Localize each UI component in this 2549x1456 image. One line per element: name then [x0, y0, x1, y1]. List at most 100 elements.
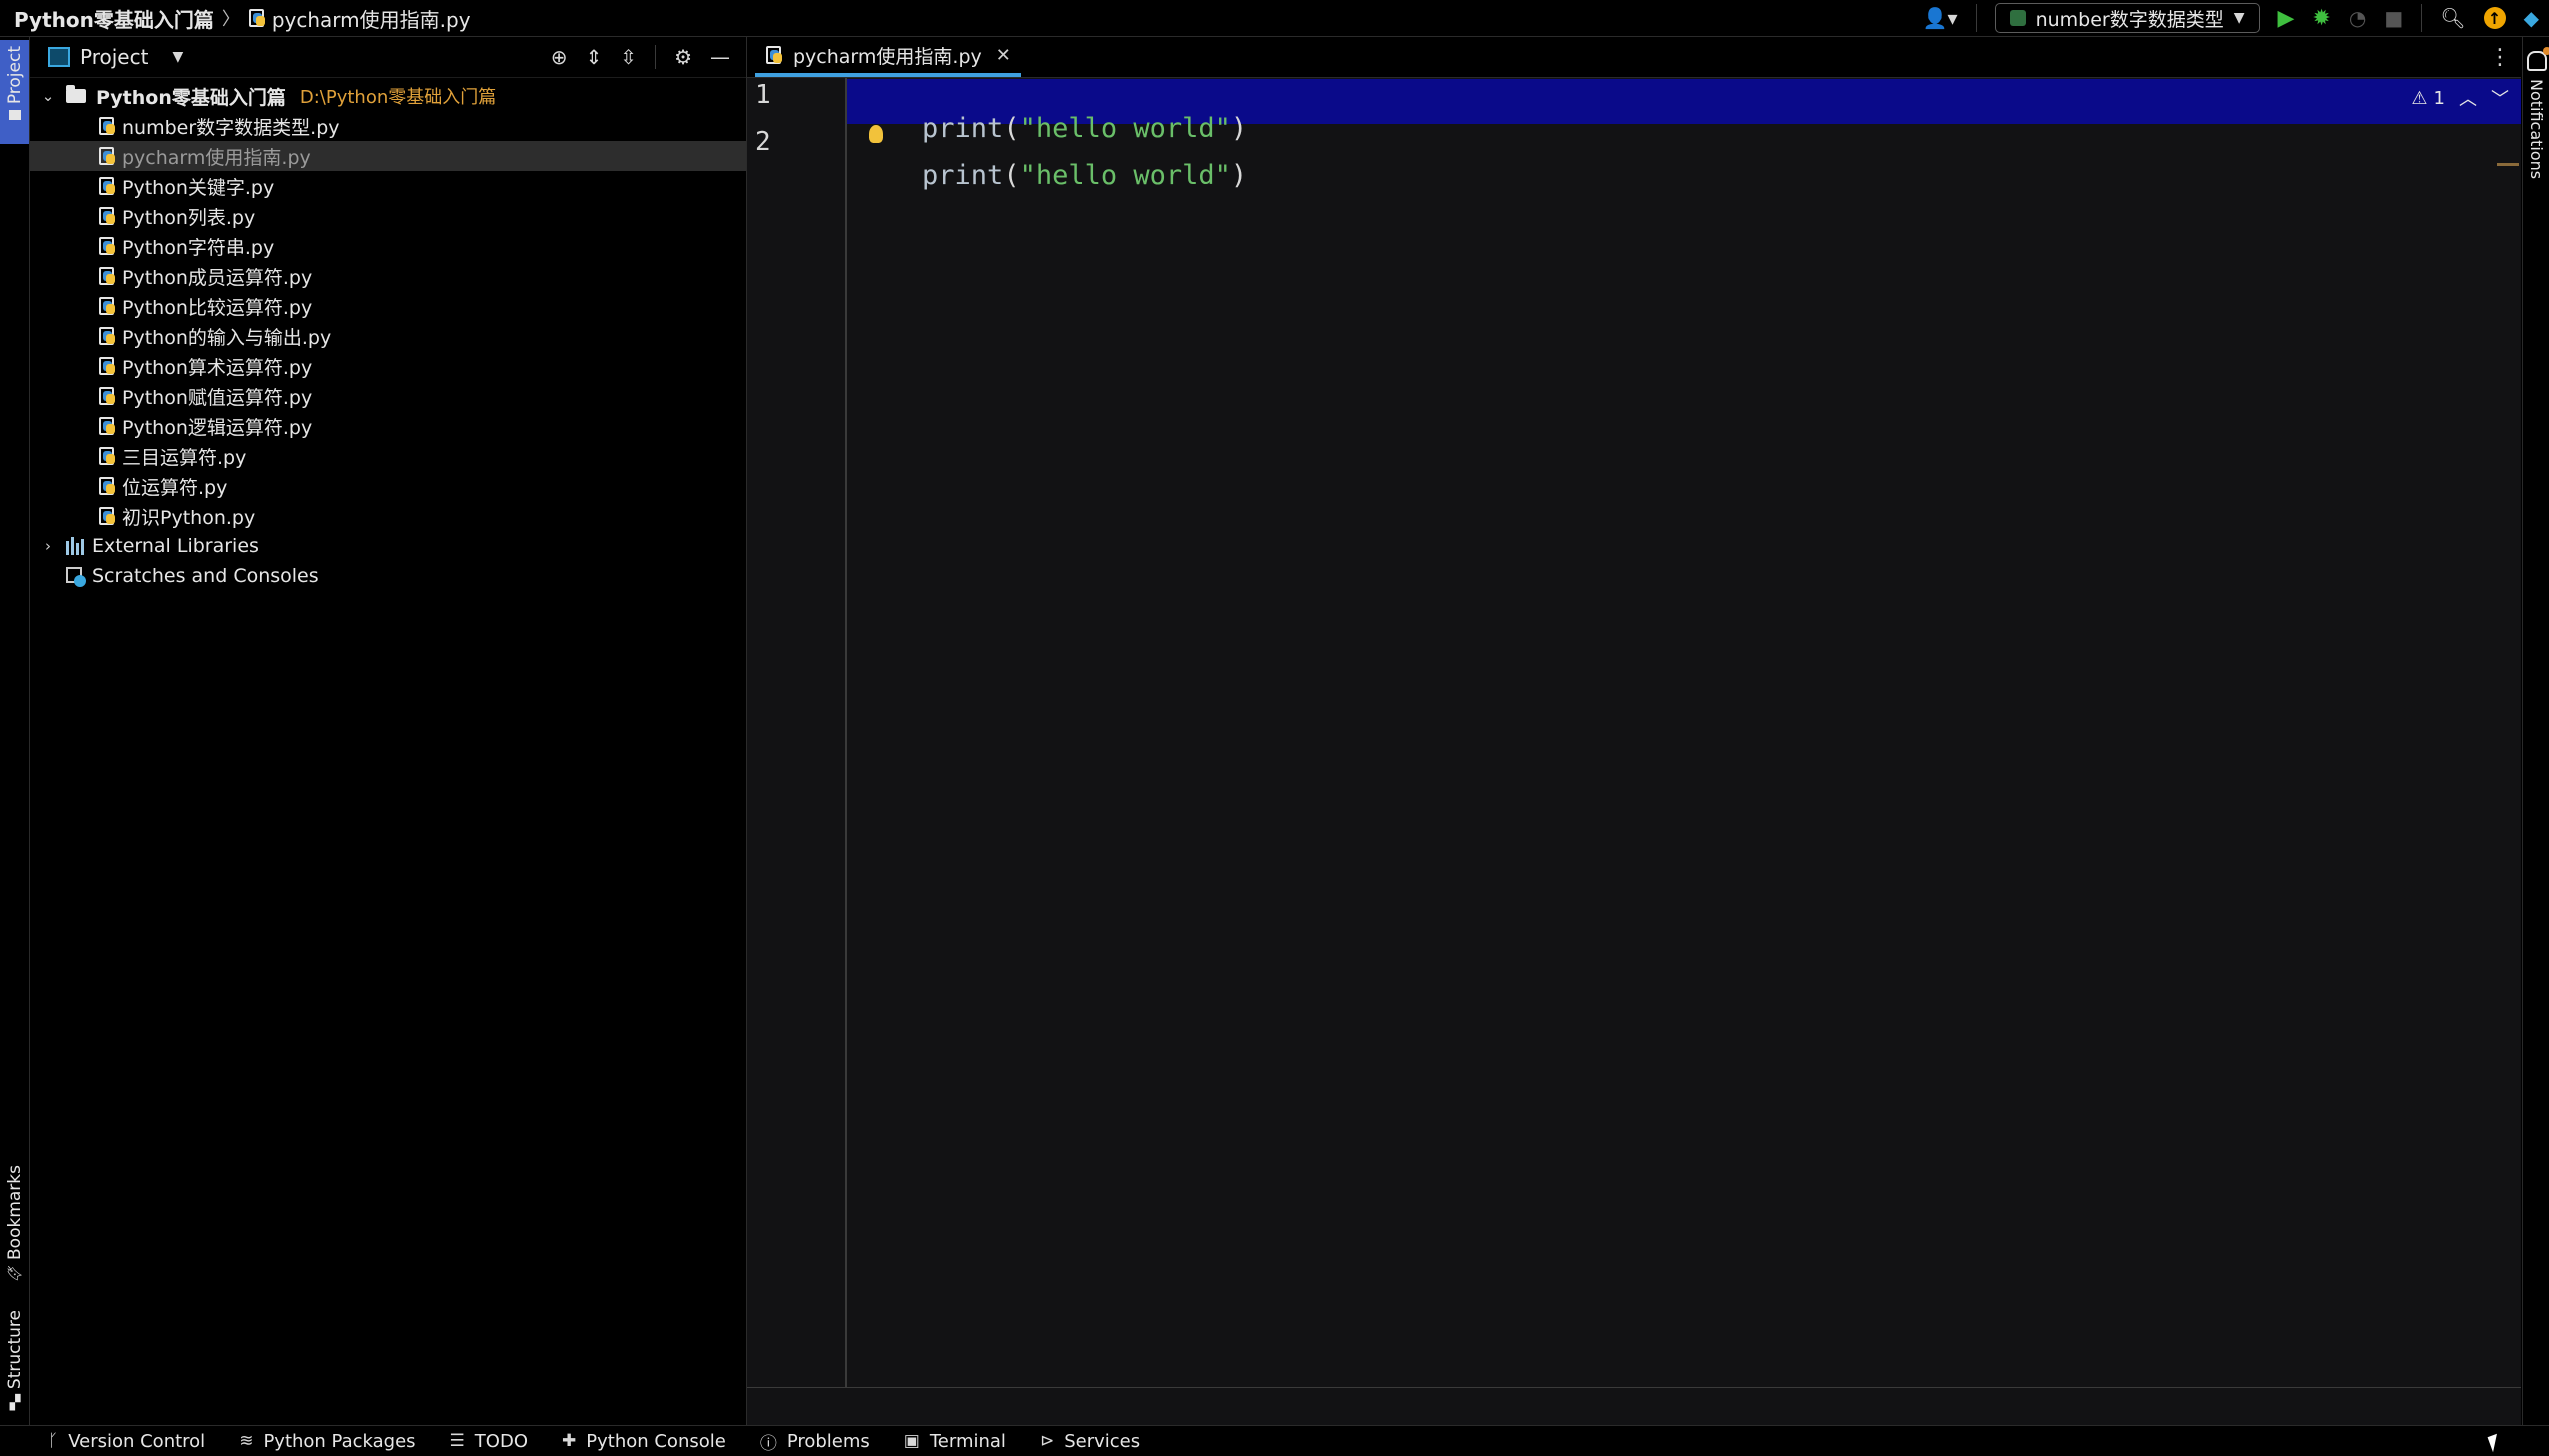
run-icon[interactable]: ▶ [2278, 6, 2295, 31]
chevron-down-icon[interactable]: ﹀ [2491, 85, 2509, 111]
tree-file-item[interactable]: Python赋值运算符.py [30, 381, 746, 411]
python-run-config-icon [2009, 10, 2026, 26]
code-line[interactable]: print("hello world") [857, 129, 1247, 222]
tree-file-item[interactable]: Python逻辑运算符.py [30, 411, 746, 441]
minimize-icon[interactable]: — [710, 45, 730, 69]
tree-file-item[interactable]: Python算术运算符.py [30, 351, 746, 381]
breadcrumb-file[interactable]: pycharm使用指南.py [272, 4, 471, 33]
debug-bug-icon[interactable]: ✹ [2312, 6, 2330, 31]
stop-icon[interactable]: ■ [2384, 6, 2403, 30]
tool-python-console[interactable]: ✚ Python Console [562, 1431, 726, 1452]
editor-tab-active[interactable]: pycharm使用指南.py ✕ [755, 37, 1021, 77]
file-name: Python的输入与输出.py [122, 326, 332, 349]
folder-icon [8, 110, 21, 121]
expand-all-icon[interactable]: ⇕ [586, 45, 603, 69]
warning-count: 1 [2433, 87, 2445, 109]
code-function: print [922, 160, 1004, 191]
file-name: Python赋值运算符.py [122, 386, 313, 409]
stripe-project-tab[interactable]: Project [0, 40, 29, 144]
python-file-icon [98, 146, 116, 166]
collapse-all-icon[interactable]: ⇳ [620, 45, 637, 69]
tree-file-item[interactable]: Python列表.py [30, 201, 746, 231]
tree-file-item[interactable]: number数字数据类型.py [30, 111, 746, 141]
tree-external-libraries[interactable]: › External Libraries [30, 531, 746, 561]
project-view-selector[interactable]: Project ▼ [48, 45, 183, 69]
stripe-structure-tab[interactable]: Structure ▞ [2, 1310, 28, 1411]
folder-icon [66, 85, 86, 103]
python-file-icon [98, 446, 116, 466]
intention-lightbulb-icon[interactable] [869, 125, 883, 143]
tool-services[interactable]: ⊳ Services [1040, 1431, 1140, 1452]
chevron-up-icon[interactable]: ︿ [2459, 85, 2477, 111]
user-account-icon[interactable]: 👤▾ [1923, 6, 1958, 30]
tool-problems[interactable]: ⓘ Problems [760, 1429, 870, 1454]
ide-logo-icon[interactable]: ◆ [2524, 6, 2539, 30]
project-panel-title: Project [80, 45, 149, 69]
editor-tab-label: pycharm使用指南.py [793, 45, 982, 68]
python-file-icon [98, 296, 116, 316]
file-name: Python比较运算符.py [122, 296, 313, 319]
tree-file-item[interactable]: Python的输入与输出.py [30, 321, 746, 351]
project-tree: ⌄ Python零基础入门篇 D:\Python零基础入门篇 number数字数… [30, 81, 746, 591]
stripe-bookmarks-tab[interactable]: Bookmarks 🔖︎ [2, 1165, 28, 1285]
run-configuration-selector[interactable]: number数字数据类型 ▼ [1994, 3, 2260, 33]
file-name: number数字数据类型.py [122, 116, 340, 139]
inspection-widget[interactable]: ⚠ 1 ︿ ﹀ [2411, 85, 2509, 111]
tool-label: TODO [474, 1430, 528, 1452]
python-file-icon [98, 326, 116, 346]
tree-file-item-selected[interactable]: pycharm使用指南.py [30, 141, 746, 171]
tool-python-packages[interactable]: ≋ Python Packages [239, 1431, 415, 1452]
locate-file-icon[interactable]: ⊕ [551, 45, 568, 69]
warning-triangle-icon: ⚠ [2411, 87, 2428, 109]
close-icon[interactable]: ✕ [996, 45, 1011, 66]
gear-icon[interactable]: ⚙ [674, 45, 692, 69]
editor-area: pycharm使用指南.py ✕ ⋮ 1 2 print("hello worl… [747, 37, 2521, 1426]
search-icon[interactable]: 🔍︎ [2440, 6, 2465, 30]
run-configuration-label: number数字数据类型 [2035, 8, 2224, 31]
file-name: Python逻辑运算符.py [122, 416, 313, 439]
tool-label: Problems [786, 1430, 870, 1452]
tree-file-item[interactable]: Python成员运算符.py [30, 261, 746, 291]
toolbar-actions: 👤▾ number数字数据类型 ▼ ▶ ✹ ◔ ■ 🔍︎ ↑ ◆ [1923, 0, 2539, 36]
tool-label: Terminal [929, 1430, 1006, 1452]
tool-label: Python Console [586, 1430, 726, 1452]
chevron-down-icon[interactable]: ⌄ [40, 87, 56, 105]
tree-file-item[interactable]: Python字符串.py [30, 231, 746, 261]
python-file-icon [98, 266, 116, 286]
tool-terminal[interactable]: ▣ Terminal [904, 1431, 1006, 1452]
file-name: Python关键字.py [122, 176, 275, 199]
right-tool-stripe: Notifications [2522, 37, 2549, 1425]
scratches-label: Scratches and Consoles [92, 565, 319, 587]
line-number: 2 [755, 127, 771, 157]
top-navigation-bar: Python零基础入门篇 〉 pycharm使用指南.py 👤▾ number数… [0, 0, 2549, 37]
chevron-right-icon[interactable]: › [40, 537, 56, 555]
tree-file-item[interactable]: Python关键字.py [30, 171, 746, 201]
python-file-icon [248, 8, 266, 28]
tree-file-item[interactable]: 三目运算符.py [30, 441, 746, 471]
file-name: Python字符串.py [122, 236, 275, 259]
bookmark-icon: 🔖︎ [6, 1265, 24, 1282]
python-file-icon [98, 506, 116, 526]
stripe-notifications-label[interactable]: Notifications [2527, 79, 2546, 179]
breadcrumb-separator-icon: 〉 [221, 9, 240, 30]
toolbar-divider [2421, 4, 2423, 32]
scrollbar-warning-marker[interactable] [2497, 163, 2519, 166]
layers-icon: ≋ [239, 1431, 254, 1451]
tree-file-item[interactable]: 位运算符.py [30, 471, 746, 501]
tree-scratches-consoles[interactable]: Scratches and Consoles [30, 561, 746, 591]
file-name: 三目运算符.py [122, 446, 247, 469]
update-icon[interactable]: ↑ [2483, 7, 2506, 29]
toolbar-divider [1975, 4, 1977, 32]
file-name: Python成员运算符.py [122, 266, 313, 289]
run-with-coverage-icon[interactable]: ◔ [2349, 6, 2366, 30]
tree-root-folder[interactable]: ⌄ Python零基础入门篇 D:\Python零基础入门篇 [30, 81, 746, 111]
notification-bell-icon[interactable] [2526, 47, 2549, 71]
tool-version-control[interactable]: ᚴ Version Control [48, 1431, 205, 1452]
tree-file-item[interactable]: Python比较运算符.py [30, 291, 746, 321]
tool-todo[interactable]: ☰ TODO [450, 1431, 528, 1452]
root-folder-path: D:\Python零基础入门篇 [299, 87, 497, 108]
more-options-icon[interactable]: ⋮ [2489, 37, 2511, 77]
file-name: Python算术运算符.py [122, 356, 313, 379]
tree-file-item[interactable]: 初识Python.py [30, 501, 746, 531]
breadcrumb-root[interactable]: Python零基础入门篇 [14, 4, 214, 33]
